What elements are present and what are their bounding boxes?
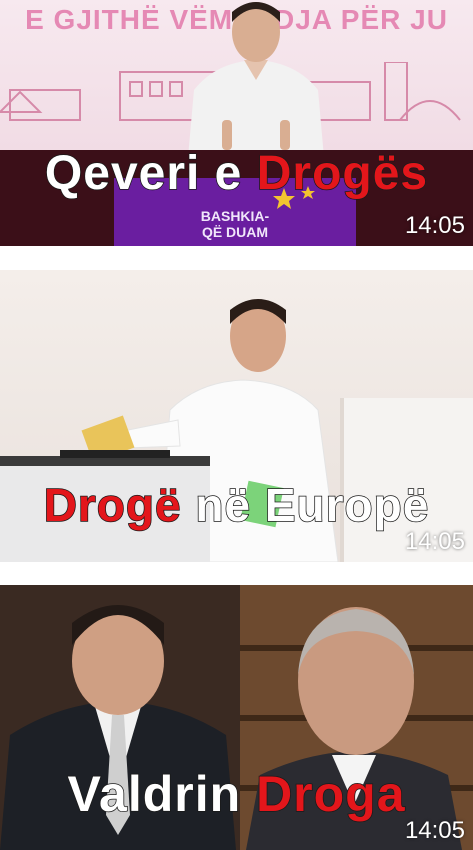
video-caption: Qeveri e Drogës [0, 146, 473, 201]
video-caption: Drogë në Europë [0, 478, 473, 532]
ballot-slot [60, 450, 170, 458]
video-thumbnail-2[interactable]: Drogë në Europë 14:05 [0, 270, 473, 562]
caption-part-highlight: Droga [255, 765, 406, 823]
video-thumbnail-3[interactable]: Valdrin Droga 14:05 [0, 585, 473, 850]
duration-badge: 14:05 [404, 528, 465, 555]
duration-badge: 14:05 [404, 817, 465, 844]
caption-part: Valdrin [67, 765, 257, 823]
duration-badge: 14:05 [404, 212, 465, 239]
podium-label: BASHKIA- QË DUAM [200, 208, 270, 240]
video-caption: Valdrin Droga [0, 765, 473, 823]
caption-part: Qeveri e [44, 146, 257, 201]
caption-part-highlight: Drogës [256, 146, 429, 201]
video-thumbnail-1[interactable]: E GJITHË VËMENDJA PËR JU BASHKIA- QË DUA… [0, 0, 473, 246]
caption-part: në Europë [195, 478, 430, 532]
caption-part-highlight: Drogë [43, 478, 196, 532]
